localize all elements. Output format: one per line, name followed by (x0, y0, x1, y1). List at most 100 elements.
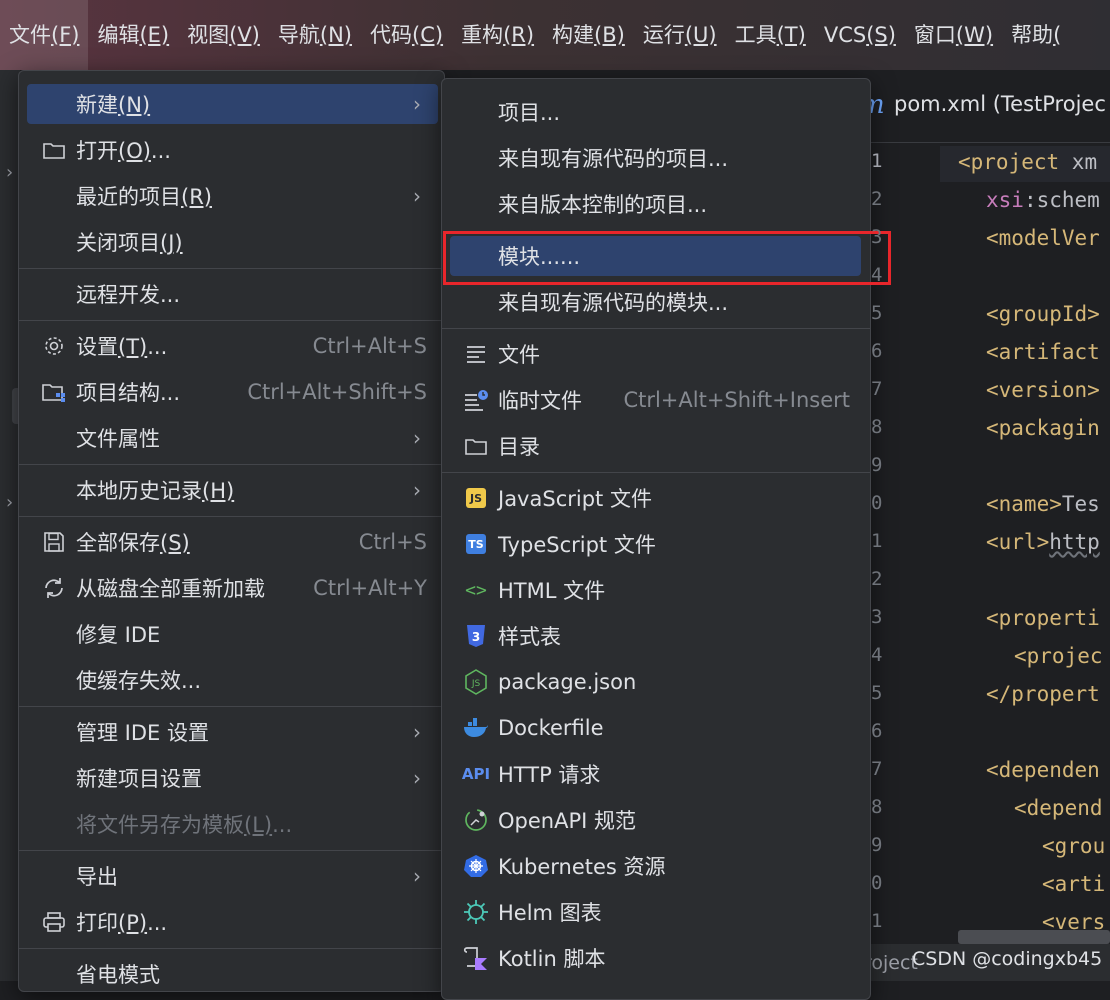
menubar-item[interactable]: 代码(C) (361, 0, 452, 70)
menu-item-invalidate-caches[interactable]: 使缓存失效... (27, 660, 438, 700)
new-item-javascript[interactable]: JS JavaScript 文件 (450, 478, 861, 518)
menu-item-reload-all[interactable]: 从磁盘全部重新加载 Ctrl+Alt+Y (27, 568, 427, 608)
code-line-19[interactable]: <grou (1042, 834, 1105, 858)
new-item-project[interactable]: 项目... (450, 92, 861, 132)
new-item-stylesheet-label: 样式表 (498, 625, 561, 649)
new-item-project-from-vcs[interactable]: 来自版本控制的项目... (450, 184, 861, 224)
horizontal-scrollbar[interactable] (958, 930, 1110, 944)
mnemonic: (P) (118, 911, 148, 935)
new-item-from-sources-label: 来自现有源代码的项目... (498, 147, 729, 171)
code-line-14[interactable]: <projec (1014, 644, 1103, 668)
menu-item-power-save[interactable]: 省电模式 (27, 954, 438, 994)
menubar-item[interactable]: 构建(B) (543, 0, 634, 70)
ts-badge: TS (466, 534, 486, 554)
code-line-7[interactable]: <version> (986, 378, 1100, 402)
new-item-project-from-sources[interactable]: 来自现有源代码的项目... (450, 138, 861, 178)
menu-item-export[interactable]: 导出 › (27, 856, 438, 896)
new-item-scratch-file[interactable]: 临时文件 Ctrl+Alt+Shift+Insert (450, 380, 850, 420)
menubar-item[interactable]: 编辑(E) (88, 0, 178, 70)
menubar-item[interactable]: 工具(T) (726, 0, 815, 70)
menu-separator (19, 948, 444, 949)
menu-item-close-project[interactable]: 关闭项目(J) (27, 222, 438, 262)
new-item-http-request[interactable]: API HTTP 请求 (450, 754, 861, 794)
code-line-8[interactable]: <packagin (986, 416, 1100, 440)
shortcut-label: Ctrl+Alt+Shift+Insert (623, 388, 850, 412)
new-item-package-json-label: package.json (498, 670, 637, 694)
new-item-kubernetes[interactable]: Kubernetes 资源 (450, 846, 861, 886)
menu-item-project-structure[interactable]: 项目结构... Ctrl+Alt+Shift+S (27, 372, 427, 412)
code-line-17[interactable]: <dependen (986, 758, 1100, 782)
menubar-item-label: 构建 (552, 23, 595, 47)
menubar-item[interactable]: 重构(R) (452, 0, 543, 70)
menu-item-save-all[interactable]: 全部保存(S) Ctrl+S (27, 522, 427, 562)
js-badge: JS (466, 488, 486, 508)
menu-item-history-label: 本地历史记录 (76, 479, 202, 503)
menubar-item[interactable]: 运行(U) (634, 0, 726, 70)
menubar-item-label: 编辑 (97, 23, 140, 47)
menu-item-manage-ide-settings[interactable]: 管理 IDE 设置 › (27, 712, 438, 752)
new-item-helm[interactable]: Helm 图表 (450, 892, 861, 932)
ellipsis: ... (147, 911, 168, 935)
new-item-file[interactable]: 文件 (450, 334, 861, 374)
new-item-typescript[interactable]: TS TypeScript 文件 (450, 524, 861, 564)
tab-pom-xml[interactable]: pom.xml (TestProjec (894, 92, 1106, 116)
chevron-right-icon[interactable]: › (6, 492, 13, 513)
menu-separator (442, 472, 870, 473)
folder-icon (462, 432, 490, 460)
main-menubar: 文件(F) 编辑(E) 视图(V) 导航(N) 代码(C) 重构(R) 构建(B) 运行(U)… (0, 0, 1110, 70)
mnemonic: (S) (160, 531, 190, 555)
code-line-11[interactable]: <url>http (986, 530, 1100, 554)
menu-item-print[interactable]: 打印(P)... (27, 902, 438, 942)
menu-item-local-history[interactable]: 本地历史记录(H) › (27, 470, 438, 510)
code-line-2[interactable]: xsi:schem (986, 188, 1100, 212)
menu-item-settings[interactable]: 设置(T)... Ctrl+Alt+S (27, 326, 427, 366)
mnemonic: (R) (181, 185, 212, 209)
menubar-item[interactable]: 视图(V) (178, 0, 269, 70)
ellipsis: ... (147, 335, 168, 359)
chevron-right-icon: › (413, 864, 421, 888)
javascript-icon: JS (462, 484, 490, 512)
code-line-3[interactable]: <modelVer (986, 226, 1100, 250)
menu-item-repair-ide[interactable]: 修复 IDE (27, 614, 438, 654)
code-line-5[interactable]: <groupId> (986, 302, 1100, 326)
mnemonic: (N) (118, 93, 151, 117)
code-line-15[interactable]: </propert (986, 682, 1100, 706)
menubar-item-label: 工具 (734, 23, 777, 47)
status-breadcrumb[interactable]: roject (864, 952, 918, 974)
new-item-dockerfile[interactable]: Dockerfile (450, 708, 861, 748)
menubar-item[interactable]: 帮助( (1002, 0, 1070, 70)
menu-item-open[interactable]: 打开(O)... (27, 130, 438, 170)
menubar-item[interactable]: 导航(N) (269, 0, 361, 70)
mnemonic: (H) (202, 479, 235, 503)
new-item-openapi[interactable]: OpenAPI 规范 (450, 800, 861, 840)
menu-item-new-project-settings[interactable]: 新建项目设置 › (27, 758, 438, 798)
code-line-20[interactable]: <arti (1042, 872, 1105, 896)
mnemonic: (F) (51, 23, 80, 47)
new-item-kubernetes-label: Kubernetes 资源 (498, 855, 666, 879)
menu-item-save-as-template: 将文件另存为模板(L)... (27, 804, 438, 844)
menu-item-file-properties[interactable]: 文件属性 › (27, 418, 438, 458)
new-item-package-json[interactable]: JS package.json (450, 662, 861, 702)
new-item-directory[interactable]: 目录 (450, 426, 861, 466)
chevron-right-icon[interactable]: › (6, 162, 13, 183)
code-line-10[interactable]: <name>Tes (986, 492, 1100, 516)
new-item-stylesheet[interactable]: 3 样式表 (450, 616, 861, 656)
menu-item-print-label: 打印 (76, 911, 118, 935)
menu-item-remote-dev[interactable]: 远程开发... (27, 274, 438, 314)
menubar-item[interactable]: 窗口(W) (905, 0, 1002, 70)
code-line-1[interactable]: <project xm (958, 150, 1097, 174)
menu-item-manage-label: 管理 IDE 设置 (76, 721, 209, 745)
menubar-item[interactable]: 文件(F) (0, 0, 89, 70)
menu-item-recent-projects[interactable]: 最近的项目(R) › (27, 176, 438, 216)
code-line-13[interactable]: <properti (986, 606, 1100, 630)
code-line-6[interactable]: <artifact (986, 340, 1100, 364)
new-item-html[interactable]: <> HTML 文件 (450, 570, 861, 610)
mnemonic: (C) (412, 23, 444, 47)
new-item-module-from-sources[interactable]: 来自现有源代码的模块... (450, 282, 861, 322)
code-line-18[interactable]: <depend (1014, 796, 1103, 820)
mnemonic: ( (1053, 23, 1062, 47)
menu-item-new[interactable]: 新建(N) › (27, 84, 438, 124)
mnemonic: (V) (229, 23, 260, 47)
new-item-kotlin-script[interactable]: Kotlin 脚本 (450, 938, 861, 978)
menubar-item[interactable]: VCS(S) (815, 0, 905, 70)
